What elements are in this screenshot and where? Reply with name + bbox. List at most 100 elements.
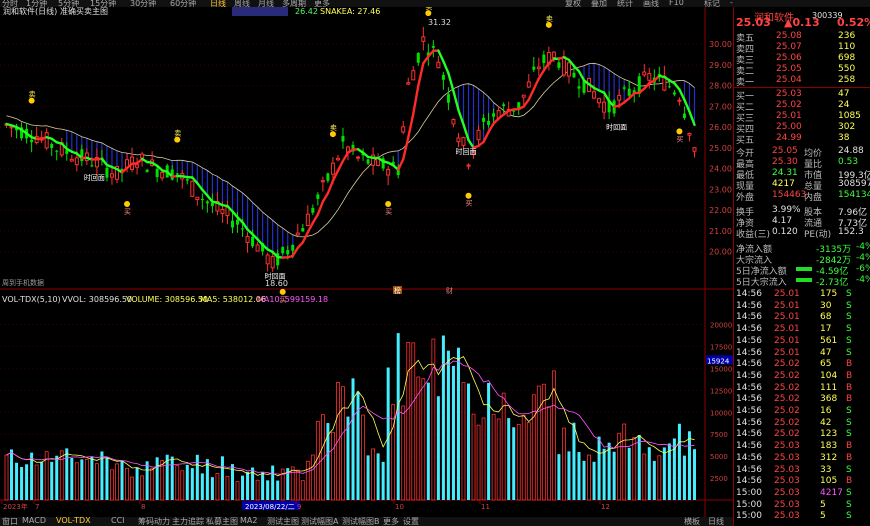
svg-text:买: 买 [676, 135, 683, 143]
toolbar-tab-5[interactable]: 60分钟 [170, 0, 196, 7]
tick-direction: S [846, 300, 852, 311]
bottom-tab-8[interactable]: 测试主图 [267, 517, 299, 526]
tick-row[interactable]: 14:56 25.03 312 B [734, 453, 870, 464]
toolbar-right-0[interactable]: 复权 [565, 0, 581, 7]
volume-bar [692, 449, 696, 500]
volume-bar [80, 459, 84, 500]
tick-row[interactable]: 15:00 25.03 5 S [734, 511, 870, 522]
bid-row[interactable]: 买二 25.02 24 [734, 100, 870, 113]
candle[interactable] [190, 180, 195, 198]
ask-row[interactable]: 卖二 25.05 550 [734, 64, 870, 77]
tick-row[interactable]: 14:56 25.02 368 B [734, 394, 870, 405]
toolbar-tab-6[interactable]: 日线 [210, 0, 226, 7]
ask-row[interactable]: 卖一 25.04 258 [734, 75, 870, 88]
indicator-name[interactable]: 准确买卖主图 [60, 6, 108, 16]
volume-bar [612, 451, 616, 500]
chart-area[interactable]: 卖卖卖卖卖买买买买买时回面 时回面 时回面 时回面 30.00 29.00 28.00 27… [0, 3, 733, 517]
toolbar-tab-9[interactable]: 多周期 [282, 0, 306, 7]
toolbar-right-2[interactable]: 统计 [617, 0, 633, 7]
finance-marker[interactable]: 财 [446, 286, 453, 295]
tick-row[interactable]: 14:56 25.02 42 S [734, 418, 870, 429]
toolbar-tab-7[interactable]: 周线 [234, 0, 250, 7]
volume-bar [190, 468, 194, 500]
bottom-tab-11[interactable]: 更多 [383, 517, 399, 526]
toolbar-right-5[interactable]: 标记 [704, 0, 720, 7]
bottom-right-1[interactable]: 日线 [708, 517, 724, 526]
volume-bar [647, 447, 651, 500]
bottom-tab-7[interactable]: MA2 [240, 517, 257, 525]
bottom-tab-12[interactable]: 设置 [403, 517, 419, 526]
tick-row[interactable]: 14:56 25.03 183 B [734, 441, 870, 452]
bottom-tab-0[interactable]: 窗口 [2, 517, 18, 526]
toolbar-right-3[interactable]: 画线 [643, 0, 659, 7]
toolbar-tab-4[interactable]: 30分钟 [130, 0, 156, 7]
toolbar-tab-3[interactable]: 15分钟 [90, 0, 116, 7]
price-axis-label: 21.00 [709, 227, 732, 236]
volume-bar [241, 475, 245, 500]
tick-row[interactable]: 15:00 25.03 4217 S [734, 488, 870, 499]
tick-time: 15:00 [736, 511, 762, 522]
tick-volume: 4217 [820, 487, 843, 498]
toolbar-right-4[interactable]: F10 [669, 0, 684, 7]
toolbar-tab-1[interactable]: 1分钟 [26, 0, 47, 7]
tick-price: 25.01 [774, 289, 800, 299]
bid-row[interactable]: 买一 25.03 47 [734, 89, 870, 102]
stat-value: 154134 [838, 190, 870, 200]
flow-row: 大宗流入-2842万-4% [734, 253, 870, 266]
toolbar-tab-2[interactable]: 5分钟 [58, 0, 79, 7]
tick-row[interactable]: 14:56 25.02 65 B [734, 359, 870, 370]
flow-bar [796, 278, 812, 282]
toolbar-right-6[interactable]: - [730, 0, 733, 7]
tick-row[interactable]: 14:56 25.01 30 S [734, 301, 870, 312]
tick-row[interactable]: 14:56 25.02 111 B [734, 383, 870, 394]
volume-bar [467, 383, 471, 500]
bottom-tab-9[interactable]: 测试幅图A [301, 517, 338, 526]
toolbar-right-1[interactable]: 叠加 [591, 0, 607, 7]
tick-volume: 183 [820, 441, 838, 452]
bid-row[interactable]: 买三 25.01 1085 [734, 111, 870, 124]
bid-row[interactable]: 买五 24.99 38 [734, 133, 870, 146]
tick-row[interactable]: 14:56 25.03 33 S [734, 465, 870, 476]
volume-bar [271, 465, 275, 500]
bottom-tab-4[interactable]: 筹码动力 [138, 517, 170, 526]
bottom-tab-3[interactable]: CCI [111, 517, 125, 525]
tick-row[interactable]: 15:00 25.03 5 S [734, 500, 870, 511]
tick-row[interactable]: 14:56 25.01 47 S [734, 348, 870, 359]
bid-row[interactable]: 买四 25.00 302 [734, 122, 870, 135]
bottom-tab-5[interactable]: 主力追踪 [172, 517, 204, 526]
bottom-tab-10[interactable]: 测试幅图B [342, 517, 380, 526]
tick-volume: 123 [820, 429, 838, 440]
ask-row[interactable]: 卖五 25.08 236 [734, 31, 870, 44]
tick-row[interactable]: 14:56 25.02 16 S [734, 406, 870, 417]
tick-row[interactable]: 14:56 25.02 123 S [734, 429, 870, 440]
bottom-tab-1[interactable]: MACD [22, 517, 46, 525]
bottom-tab-2[interactable]: VOL-TDX [56, 517, 91, 525]
tick-row[interactable]: 14:56 25.03 105 B [734, 476, 870, 487]
volume-bar [65, 448, 69, 500]
volume-bar [351, 378, 355, 500]
volume-bar [627, 447, 631, 500]
volume-bar [572, 422, 576, 500]
tick-row[interactable]: 14:56 25.02 104 B [734, 371, 870, 382]
tick-row[interactable]: 14:56 25.01 561 S [734, 336, 870, 347]
tick-direction: S [846, 289, 852, 299]
toolbar-tab-0[interactable]: 分时 [2, 0, 18, 7]
main-chart-title: 润和软件(日线) [3, 7, 57, 16]
volume-bar [50, 461, 54, 500]
ask-row[interactable]: 卖四 25.07 110 [734, 42, 870, 55]
ask-price: 25.07 [776, 42, 802, 52]
volume-bar [592, 461, 596, 500]
tick-direction: B [846, 476, 853, 487]
toolbar-tab-8[interactable]: 月线 [258, 0, 274, 7]
tick-row[interactable]: 14:56 25.01 68 S [734, 312, 870, 323]
tick-row[interactable]: 14:56 25.01 175 S [734, 289, 870, 300]
ask-row[interactable]: 卖三 25.06 698 [734, 53, 870, 66]
tick-row[interactable]: 14:56 25.01 17 S [734, 324, 870, 335]
quote-panel: 润和软件 300339 25.03 ▲0.13 0.52% 卖五25.08236… [733, 7, 870, 526]
bottom-tab-6[interactable]: 私募主图 [206, 517, 238, 526]
bottom-right-0[interactable]: 横板 [684, 517, 700, 526]
toolbar-tab-10[interactable]: 更多 [314, 0, 330, 7]
tick-time: 15:00 [736, 487, 762, 498]
tick-time: 14:56 [736, 300, 762, 311]
tick-time: 14:56 [736, 370, 762, 381]
